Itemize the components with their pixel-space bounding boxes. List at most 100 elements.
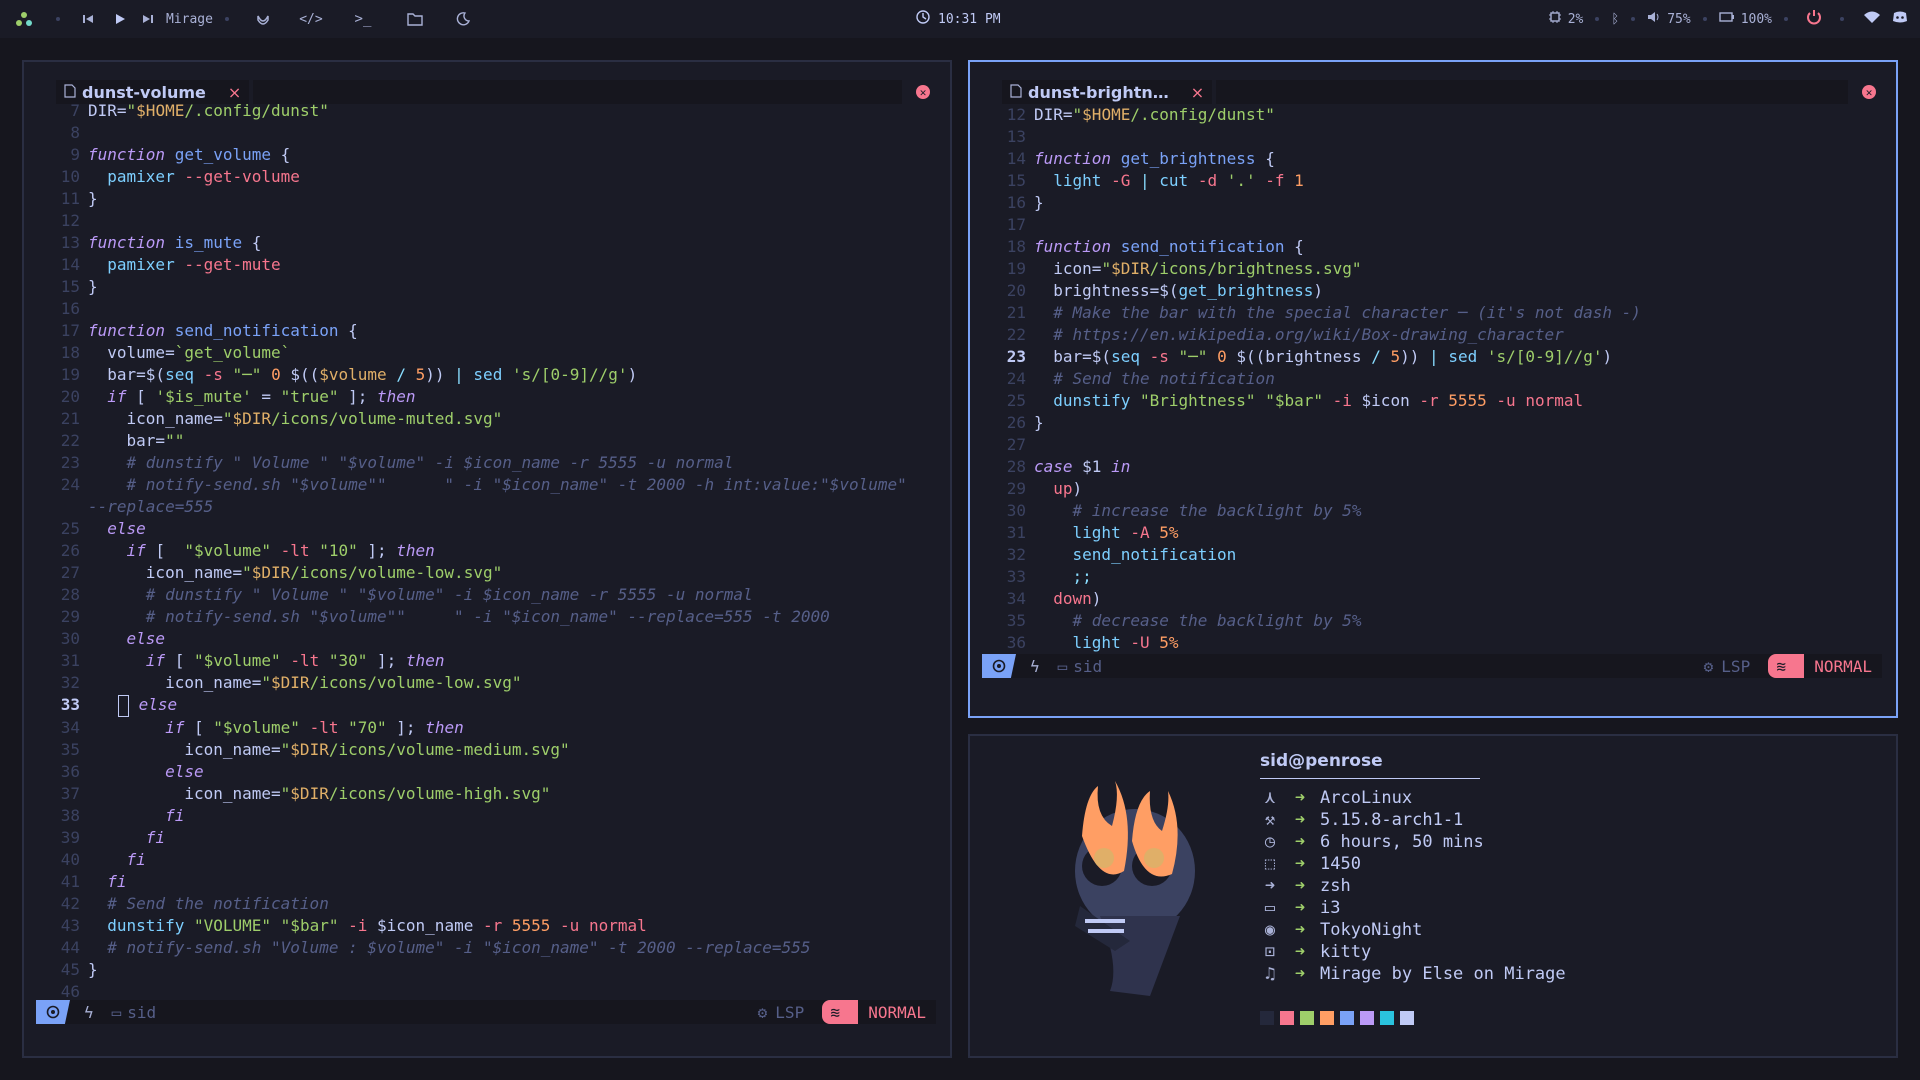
code-line[interactable]: 31 if [ "$volume" -lt "30" ]; then [34, 650, 936, 672]
firefox-icon[interactable] [253, 9, 273, 29]
code-icon[interactable]: </> [299, 9, 322, 29]
code-line[interactable]: 24 # notify-send.sh "$volume"" " -i "$ic… [34, 474, 936, 496]
code-line[interactable]: 22 # https://en.wikipedia.org/wiki/Box-d… [980, 324, 1882, 346]
line-number: 40 [60, 849, 80, 869]
code-line[interactable]: 15 light -G | cut -d '.' -f 1 [980, 170, 1882, 192]
code-line[interactable]: 14 pamixer --get-mute [34, 254, 936, 276]
code-line[interactable]: 40 fi [34, 849, 936, 871]
editor-window-left[interactable]: dunst-volume × ✕ 7 DIR="$HOME/.config/dun… [22, 60, 952, 1058]
editor-window-right[interactable]: dunst-brightn… × ✕ 12 DIR="$HOME/.config/… [968, 60, 1898, 718]
code-line[interactable]: 18 function send_notification { [980, 236, 1882, 258]
close-tab-icon[interactable]: × [228, 83, 241, 102]
folder-icon[interactable] [405, 9, 425, 29]
code-line[interactable]: 41 fi [34, 871, 936, 893]
code-line[interactable]: 20 if [ '$is_mute' = "true" ]; then [34, 386, 936, 408]
code-line[interactable]: 28 # dunstify " Volume " "$volume" -i $i… [34, 584, 936, 606]
close-buffer-icon[interactable]: ✕ [916, 85, 930, 99]
code-line[interactable]: 17 function send_notification { [34, 320, 936, 342]
code-line[interactable]: 27 [980, 434, 1882, 456]
terminal-fetch-window[interactable]: sid@penrose ⋏ ➜ ArcoLinux ⚒ ➜ 5.15.8-arch1-1 ◷… [968, 734, 1898, 1058]
code-line[interactable]: 32 icon_name="$DIR/icons/volume-low.svg" [34, 672, 936, 694]
line-number: 35 [1006, 611, 1026, 630]
code-line[interactable]: 35 # decrease the backlight by 5% [980, 610, 1882, 632]
code-line[interactable]: 37 icon_name="$DIR/icons/volume-high.svg… [34, 783, 936, 805]
code-line[interactable]: 33 else [34, 694, 936, 717]
line-text: # increase the backlight by 5% [1072, 501, 1362, 520]
discord-icon[interactable] [1892, 11, 1908, 27]
code-line[interactable]: 28 case $1 in [980, 456, 1882, 478]
power-icon[interactable] [1806, 9, 1822, 29]
code-line[interactable]: 25 dunstify "Brightness" "$bar" -i $icon… [980, 390, 1882, 412]
code-line[interactable]: 30 else [34, 628, 936, 650]
code-area[interactable]: 7 DIR="$HOME/.config/dunst" 8 9 function get… [34, 100, 936, 1003]
code-line[interactable]: 18 volume=`get_volume` [34, 342, 936, 364]
next-track-icon[interactable] [138, 9, 158, 29]
code-line[interactable]: 12 DIR="$HOME/.config/dunst" [980, 104, 1882, 126]
code-line[interactable]: 33 ;; [980, 566, 1882, 588]
line-number: 43 [60, 915, 80, 935]
code-line[interactable]: 36 else [34, 761, 936, 783]
line-text: DIR="$HOME/.config/dunst" [88, 101, 329, 120]
code-line[interactable]: 21 # Make the bar with the special chara… [980, 302, 1882, 324]
code-area[interactable]: 12 DIR="$HOME/.config/dunst" 13 14 function … [980, 104, 1882, 654]
close-buffer-icon[interactable]: ✕ [1862, 85, 1876, 99]
code-line[interactable]: 26 if [ "$volume" -lt "10" ]; then [34, 540, 936, 562]
code-line[interactable]: 13 function is_mute { [34, 232, 936, 254]
bluetooth-icon[interactable]: ᛒ [1611, 12, 1619, 27]
code-line[interactable]: 30 # increase the backlight by 5% [980, 500, 1882, 522]
code-line[interactable]: 14 function get_brightness { [980, 148, 1882, 170]
code-line[interactable]: 34 if [ "$volume" -lt "70" ]; then [34, 717, 936, 739]
code-line[interactable]: 16 [34, 298, 936, 320]
code-line[interactable]: 10 pamixer --get-volume [34, 166, 936, 188]
code-line[interactable]: 25 else [34, 518, 936, 540]
code-line[interactable]: 11} [34, 188, 936, 210]
code-line[interactable]: 7 DIR="$HOME/.config/dunst" [34, 100, 936, 122]
code-line[interactable]: 32 send_notification [980, 544, 1882, 566]
code-line[interactable]: 20 brightness=$(get_brightness) [980, 280, 1882, 302]
code-line[interactable]: 42 # Send the notification [34, 893, 936, 915]
code-line[interactable]: 15} [34, 276, 936, 298]
volume-icon[interactable] [1647, 10, 1661, 28]
code-line[interactable]: 31 light -A 5% [980, 522, 1882, 544]
close-tab-icon[interactable]: × [1191, 83, 1204, 102]
code-line[interactable]: 22 bar="" [34, 430, 936, 452]
code-line[interactable]: 35 icon_name="$DIR/icons/volume-medium.s… [34, 739, 936, 761]
code-line[interactable]: 39 fi [34, 827, 936, 849]
wifi-icon[interactable] [1864, 11, 1880, 27]
code-line[interactable]: 19 icon="$DIR/icons/brightness.svg" [980, 258, 1882, 280]
code-line[interactable]: 45} [34, 959, 936, 981]
code-line[interactable]: 16} [980, 192, 1882, 214]
tabline: dunst-brightn… × ✕ [1002, 80, 1876, 104]
previous-track-icon[interactable] [78, 9, 98, 29]
line-text: # https://en.wikipedia.org/wiki/Box-draw… [1053, 325, 1564, 344]
code-line[interactable]: 23 # dunstify " Volume " "$volume" -i $i… [34, 452, 936, 474]
code-line[interactable]: 44 # notify-send.sh "Volume : $volume" -… [34, 937, 936, 959]
buffer-tab[interactable]: dunst-brightn… × [1002, 80, 1213, 104]
line-number: 27 [1006, 435, 1026, 454]
code-line[interactable]: 43 dunstify "VOLUME" "$bar" -i $icon_nam… [34, 915, 936, 937]
code-line[interactable]: 19 bar=$(seq -s "─" 0 $(($volume / 5)) |… [34, 364, 936, 386]
mode-badge: ≋ [822, 1000, 859, 1024]
code-line[interactable]: 29 up) [980, 478, 1882, 500]
code-line[interactable]: 24 # Send the notification [980, 368, 1882, 390]
moon-icon[interactable] [453, 9, 473, 29]
code-line[interactable]: 12 [34, 210, 936, 232]
code-line[interactable]: 27 icon_name="$DIR/icons/volume-low.svg" [34, 562, 936, 584]
terminal-icon[interactable]: >_ [353, 9, 373, 29]
code-line[interactable]: 17 [980, 214, 1882, 236]
code-line[interactable]: 23 bar=$(seq -s "─" 0 $((brightness / 5)… [980, 346, 1882, 368]
system-info: sid@penrose ⋏ ➜ ArcoLinux ⚒ ➜ 5.15.8-arch1-1 ◷… [1260, 750, 1566, 1025]
code-line[interactable]: 21 icon_name="$DIR/icons/volume-muted.sv… [34, 408, 936, 430]
code-line[interactable]: 34 down) [980, 588, 1882, 610]
code-line[interactable]: 9 function get_volume { [34, 144, 936, 166]
code-line[interactable]: 13 [980, 126, 1882, 148]
line-text [1034, 126, 1882, 148]
code-line[interactable]: 38 fi [34, 805, 936, 827]
code-line[interactable]: 29 # notify-send.sh "$volume"" " -i "$ic… [34, 606, 936, 628]
code-line[interactable]: 36 light -U 5% [980, 632, 1882, 654]
code-line[interactable]: 8 [34, 122, 936, 144]
code-line[interactable]: --replace=555 [34, 496, 936, 518]
code-line[interactable]: 26} [980, 412, 1882, 434]
arcolinux-logo-icon[interactable] [14, 9, 34, 29]
play-icon[interactable] [110, 9, 130, 29]
